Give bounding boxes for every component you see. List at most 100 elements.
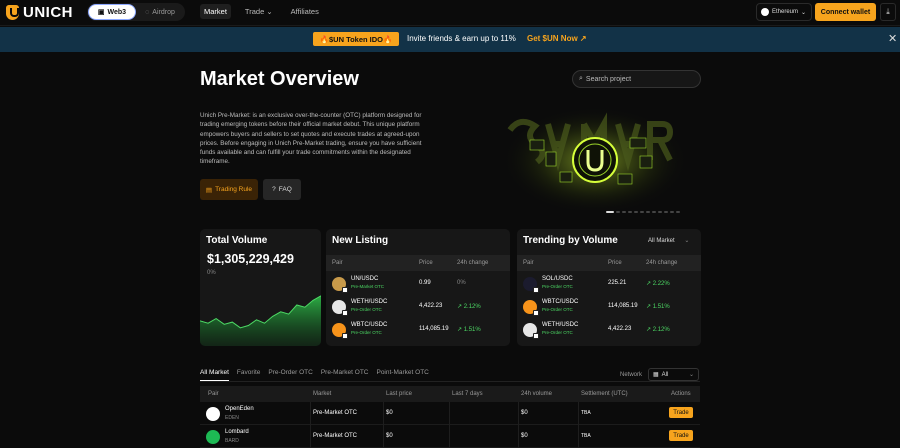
tab-point-market[interactable]: Point-Market OTC (376, 369, 428, 381)
connect-wallet-button[interactable]: Connect wallet (815, 3, 876, 21)
carousel-dot[interactable] (658, 211, 662, 213)
grid-icon: ▦ (653, 372, 659, 378)
column-divider (310, 402, 311, 448)
pair-market-tag: Pre-Order OTC (542, 284, 573, 289)
carousel-dot[interactable] (640, 211, 644, 213)
project-symbol: EDEN (225, 415, 239, 421)
carousel-dots (606, 211, 680, 213)
market-filter-dropdown[interactable]: All Market ⌄ (648, 237, 689, 244)
tab-pre-market[interactable]: Pre-Market OTC (321, 369, 369, 381)
pair-change: ↗ 1.51% (457, 327, 481, 333)
carousel-dot[interactable] (670, 211, 674, 213)
trade-button[interactable]: Trade (669, 407, 693, 418)
last-price: $0 (386, 433, 393, 439)
get-un-link[interactable]: Get $UN Now ↗ (527, 34, 587, 43)
web3-tab[interactable]: ▣ Web3 (88, 4, 136, 20)
pair-price: 114,085.19 (608, 303, 638, 309)
chain-badge-icon (533, 310, 539, 316)
last-price: $0 (386, 410, 393, 416)
market-tabs: All Market Favorite Pre-Order OTC Pre-Ma… (200, 369, 437, 381)
pair-price: 225.21 (608, 280, 627, 286)
market-filter-label: All Market (648, 238, 675, 244)
pair-market-tag: Pre-Market OTC (351, 284, 385, 289)
unich-logo-icon (6, 5, 19, 20)
carousel-dot[interactable] (652, 211, 656, 213)
list-item[interactable]: SOL/USDC Pre-Order OTC 225.21 ↗ 2.22% (517, 273, 701, 296)
pair-price: 4,422.23 (608, 326, 632, 332)
carousel-dot[interactable] (664, 211, 668, 213)
tab-all-market[interactable]: All Market (200, 369, 229, 381)
ido-badge[interactable]: 🔥$UN Token IDO🔥 (313, 32, 399, 46)
project-symbol: BARD (225, 438, 239, 444)
chevron-down-icon: ⌄ (688, 372, 694, 378)
brand-name: UNICH (23, 4, 73, 21)
nav-trade[interactable]: Trade ⌄ (241, 4, 277, 19)
trending-card: Trending by Volume Pair Price 24h change… (517, 229, 701, 346)
th-last-price: Last price (386, 391, 413, 397)
search-input[interactable]: ⌕ Search project (572, 70, 701, 88)
market-table-header: Pair Market Last price Last 7 days 24h v… (200, 386, 700, 402)
th-market: Market (313, 391, 332, 397)
nav-links: Market Trade ⌄ Affiliates (200, 4, 323, 19)
list-item[interactable]: UN/USDC Pre-Market OTC 0.99 0% (326, 273, 510, 296)
pair-name: WETH/USDC (351, 299, 388, 305)
trade-button[interactable]: Trade (669, 430, 693, 441)
tabs-divider (200, 381, 700, 382)
settlement: TBA (581, 433, 591, 439)
hero-artwork (500, 100, 690, 210)
trending-header: Pair Price 24h change (517, 255, 701, 271)
market-type: Pre-Market OTC (313, 433, 358, 439)
list-item[interactable]: WETH/USDC Pre-Order OTC 4,422.23 ↗ 2.12% (517, 319, 701, 342)
chain-badge-icon (342, 287, 348, 293)
carousel-dot[interactable] (634, 211, 638, 213)
brand-logo[interactable]: UNICH (6, 4, 73, 21)
network-filter-label: Network (620, 372, 643, 378)
nav-affiliates[interactable]: Affiliates (287, 4, 323, 19)
mode-switcher: ▣ Web3 ◌ Airdrop (87, 3, 185, 21)
pair-change: ↗ 2.12% (646, 327, 670, 333)
page-title: Market Overview (200, 68, 359, 90)
chevron-down-icon: ⌄ (801, 9, 807, 16)
total-volume-card: Total Volume $1,305,229,429 0% (200, 229, 321, 346)
network-selector[interactable]: Ethereum ⌄ (756, 3, 812, 21)
faq-button[interactable]: ? FAQ (263, 179, 301, 200)
web3-label: Web3 (107, 8, 127, 16)
table-row[interactable]: Lombard BARD Pre-Market OTC $0 $0 TBA Trade (200, 426, 700, 448)
trending-title: Trending by Volume (523, 235, 618, 246)
new-listing-card: New Listing Pair Price 24h change UN/USD… (326, 229, 510, 346)
trading-rule-button[interactable]: ▤ Trading Rule (200, 179, 258, 200)
carousel-dot[interactable] (646, 211, 650, 213)
carousel-dot[interactable] (676, 211, 680, 213)
pair-change: 0% (457, 280, 466, 286)
column-divider (449, 402, 450, 448)
list-item[interactable]: WBTC/USDC Pre-Order OTC 114,085.19 ↗ 1.51% (517, 296, 701, 319)
close-icon[interactable]: ✕ (888, 32, 897, 45)
table-row[interactable]: OpenEden EDEN Pre-Market OTC $0 $0 TBA Trade (200, 403, 700, 425)
carousel-dot[interactable] (622, 211, 626, 213)
network-filter-dropdown[interactable]: ▦ All ⌄ (648, 368, 699, 381)
carousel-dot[interactable] (606, 211, 614, 213)
pair-market-tag: Pre-Order OTC (542, 307, 573, 312)
list-item[interactable]: WBTC/USDC Pre-Order OTC 114,085.19 ↗ 1.51% (326, 319, 510, 342)
airdrop-tab[interactable]: ◌ Airdrop (137, 4, 183, 20)
ethereum-icon (761, 8, 769, 16)
list-item[interactable]: WETH/USDC Pre-Order OTC 4,422.23 ↗ 2.12% (326, 296, 510, 319)
new-listing-title: New Listing (332, 235, 389, 246)
volume-24h: $0 (521, 410, 528, 416)
nav-market[interactable]: Market (200, 4, 231, 19)
pair-change: ↗ 1.51% (646, 304, 670, 310)
pair-market-tag: Pre-Order OTC (351, 307, 382, 312)
carousel-dot[interactable] (616, 211, 620, 213)
col-change: 24h change (646, 260, 678, 266)
tab-pre-order[interactable]: Pre-Order OTC (268, 369, 312, 381)
download-icon[interactable]: ⤓ (880, 3, 896, 21)
search-icon: ⌕ (579, 75, 583, 82)
pair-price: 4,422.23 (419, 303, 443, 309)
pair-price: 114,085.19 (419, 326, 449, 332)
project-logo-icon (206, 430, 220, 444)
carousel-dot[interactable] (628, 211, 632, 213)
chain-badge-icon (342, 333, 348, 339)
chain-badge-icon (342, 310, 348, 316)
network-label: Ethereum (772, 9, 799, 15)
tab-favorite[interactable]: Favorite (237, 369, 260, 381)
